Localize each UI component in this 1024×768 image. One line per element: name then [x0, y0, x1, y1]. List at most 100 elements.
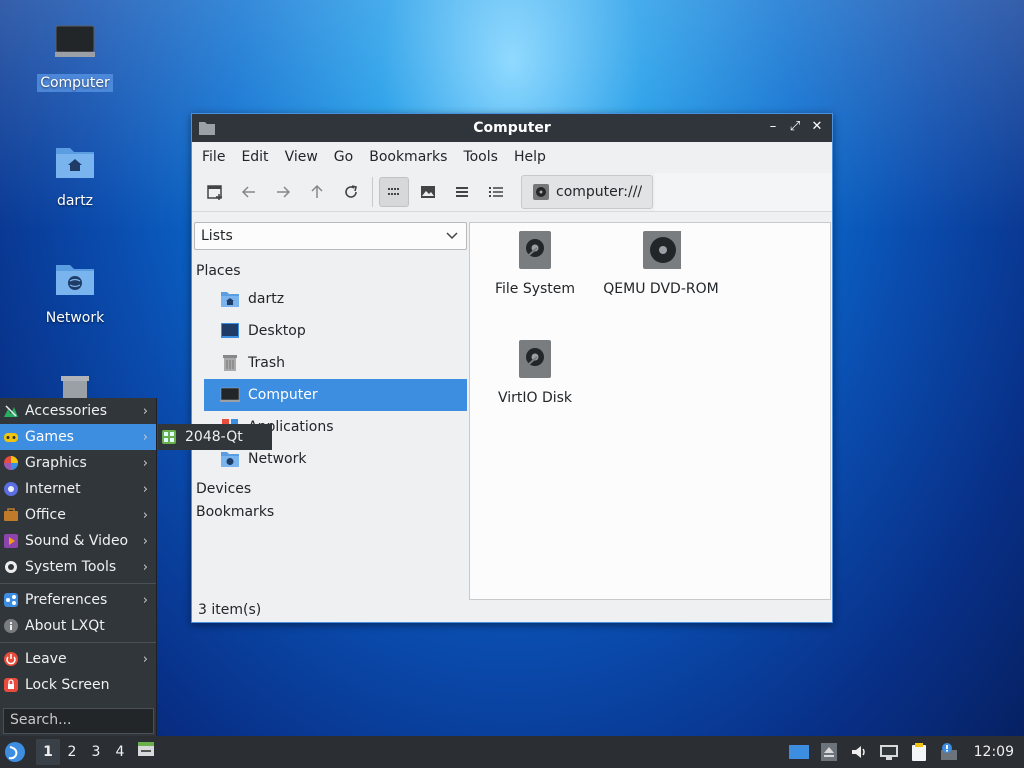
toolbar: computer:///: [192, 172, 832, 212]
menu-office[interactable]: Office ›: [0, 502, 156, 528]
path-bar[interactable]: computer:///: [521, 174, 654, 209]
up-button[interactable]: [302, 177, 332, 207]
wired-network-icon: [879, 745, 898, 760]
clock[interactable]: 12:09: [962, 744, 1024, 760]
chevron-right-icon: ›: [142, 403, 148, 419]
updates-notification-button[interactable]: [936, 739, 962, 765]
menu-system-tools[interactable]: System Tools ›: [0, 554, 156, 580]
menu-internet[interactable]: Internet ›: [0, 476, 156, 502]
menu-tools[interactable]: Tools: [455, 145, 506, 169]
menu-games[interactable]: Games ›: [0, 424, 156, 450]
speaker-icon: [851, 746, 865, 758]
close-button[interactable]: ✕: [808, 118, 826, 136]
game-2048-icon: [162, 430, 176, 444]
menubar: File Edit View Go Bookmarks Tools Help: [192, 142, 832, 172]
maximize-button[interactable]: ⤢: [786, 118, 804, 136]
reload-icon: [345, 184, 357, 198]
desktop-switch-4[interactable]: 4: [108, 739, 132, 765]
new-tab-button[interactable]: [200, 177, 230, 207]
menu-lock-screen[interactable]: Lock Screen: [0, 672, 156, 698]
network-folder-icon: [221, 452, 239, 467]
computer-icon: [220, 387, 240, 402]
list-detailed-icon: [489, 186, 503, 197]
section-places[interactable]: Places: [192, 260, 469, 283]
desktop-icon-network[interactable]: Network: [30, 257, 120, 327]
show-desktop-button[interactable]: [132, 739, 160, 765]
minimize-button[interactable]: –: [764, 118, 782, 136]
place-computer[interactable]: Computer: [204, 379, 467, 411]
show-desktop-icon: [138, 742, 154, 756]
place-label: Trash: [248, 355, 285, 371]
desktop-icon: [221, 323, 239, 338]
desktop-switch-3[interactable]: 3: [84, 739, 108, 765]
desktop-switch-1[interactable]: 1: [36, 739, 60, 765]
menu-preferences[interactable]: Preferences ›: [0, 587, 156, 613]
item-qemu-dvd-rom[interactable]: QEMU DVD-ROM: [596, 229, 726, 297]
hard-disk-icon: [519, 340, 551, 378]
menu-file[interactable]: File: [194, 145, 233, 169]
eject-button[interactable]: [816, 739, 842, 765]
menu-label: Preferences: [25, 592, 108, 608]
section-bookmarks[interactable]: Bookmarks: [192, 501, 469, 524]
volume-button[interactable]: [846, 739, 872, 765]
menu-help[interactable]: Help: [506, 145, 554, 169]
detailed-view-button[interactable]: [481, 177, 511, 207]
menu-label: Games: [25, 429, 74, 445]
info-icon: [4, 619, 18, 633]
clipboard-button[interactable]: [906, 739, 932, 765]
menu-label: Leave: [25, 651, 67, 667]
window-titlebar[interactable]: Computer – ⤢ ✕: [192, 114, 832, 142]
menu-view[interactable]: View: [277, 145, 326, 169]
toolbar-spacer: [655, 172, 832, 211]
lxqt-logo-icon: [5, 742, 25, 762]
menu-label: Internet: [25, 481, 81, 497]
menu-sound-video[interactable]: Sound & Video ›: [0, 528, 156, 554]
place-trash[interactable]: Trash: [204, 347, 467, 379]
taskbar: 1 2 3 4 12:09: [0, 736, 1024, 768]
menu-label: Sound & Video: [25, 533, 129, 549]
chevron-down-icon: [446, 232, 458, 240]
chevron-right-icon: ›: [142, 507, 148, 523]
compact-view-button[interactable]: [447, 177, 477, 207]
place-desktop[interactable]: Desktop: [204, 315, 467, 347]
power-icon: [4, 652, 18, 666]
desktop-icon-label: dartz: [56, 193, 94, 209]
graphics-icon: [4, 456, 18, 470]
icon-view-button[interactable]: [379, 176, 409, 207]
menu-label: Office: [25, 507, 66, 523]
side-pane-mode-select[interactable]: Lists: [194, 222, 467, 250]
thumbnail-view-button[interactable]: [413, 177, 443, 207]
menu-graphics[interactable]: Graphics ›: [0, 450, 156, 476]
workspace-indicator[interactable]: [786, 739, 812, 765]
toolbar-separator: [372, 176, 373, 207]
chevron-right-icon: ›: [142, 651, 148, 667]
side-pane: Lists Places dartz Desktop Trash Compute…: [192, 222, 469, 600]
item-virtio-disk[interactable]: VirtIO Disk: [470, 338, 600, 406]
menu-go[interactable]: Go: [326, 145, 361, 169]
clipboard-icon: [911, 743, 926, 761]
item-file-system[interactable]: File System: [470, 229, 600, 297]
start-button[interactable]: [0, 736, 30, 768]
menu-bookmarks[interactable]: Bookmarks: [361, 145, 455, 169]
network-status-button[interactable]: [876, 739, 902, 765]
back-button[interactable]: [234, 177, 264, 207]
reload-button[interactable]: [336, 177, 366, 207]
menu-accessories[interactable]: Accessories ›: [0, 398, 156, 424]
optical-drive-icon: [643, 231, 683, 269]
section-devices[interactable]: Devices: [192, 478, 469, 501]
place-dartz[interactable]: dartz: [204, 283, 467, 315]
desktop-icon-computer[interactable]: Computer: [30, 22, 120, 92]
desktop-switch-2[interactable]: 2: [60, 739, 84, 765]
menu-edit[interactable]: Edit: [233, 145, 276, 169]
submenu-item-2048-qt[interactable]: 2048-Qt: [158, 424, 272, 450]
place-label: Desktop: [248, 323, 306, 339]
menu-leave[interactable]: Leave ›: [0, 646, 156, 672]
menu-about-lxqt[interactable]: About LXQt: [0, 613, 156, 639]
forward-button[interactable]: [268, 177, 298, 207]
file-manager-window[interactable]: Computer – ⤢ ✕ File Edit View Go Bookmar…: [191, 113, 833, 623]
place-label: dartz: [248, 291, 285, 307]
desktop-icon-dartz[interactable]: dartz: [30, 140, 120, 210]
menu-search-input[interactable]: Search...: [3, 708, 154, 734]
file-view[interactable]: File System QEMU DVD-ROM VirtIO Disk: [469, 222, 831, 600]
start-menu[interactable]: Accessories › Games › Graphics › Internet › …: [0, 398, 157, 738]
